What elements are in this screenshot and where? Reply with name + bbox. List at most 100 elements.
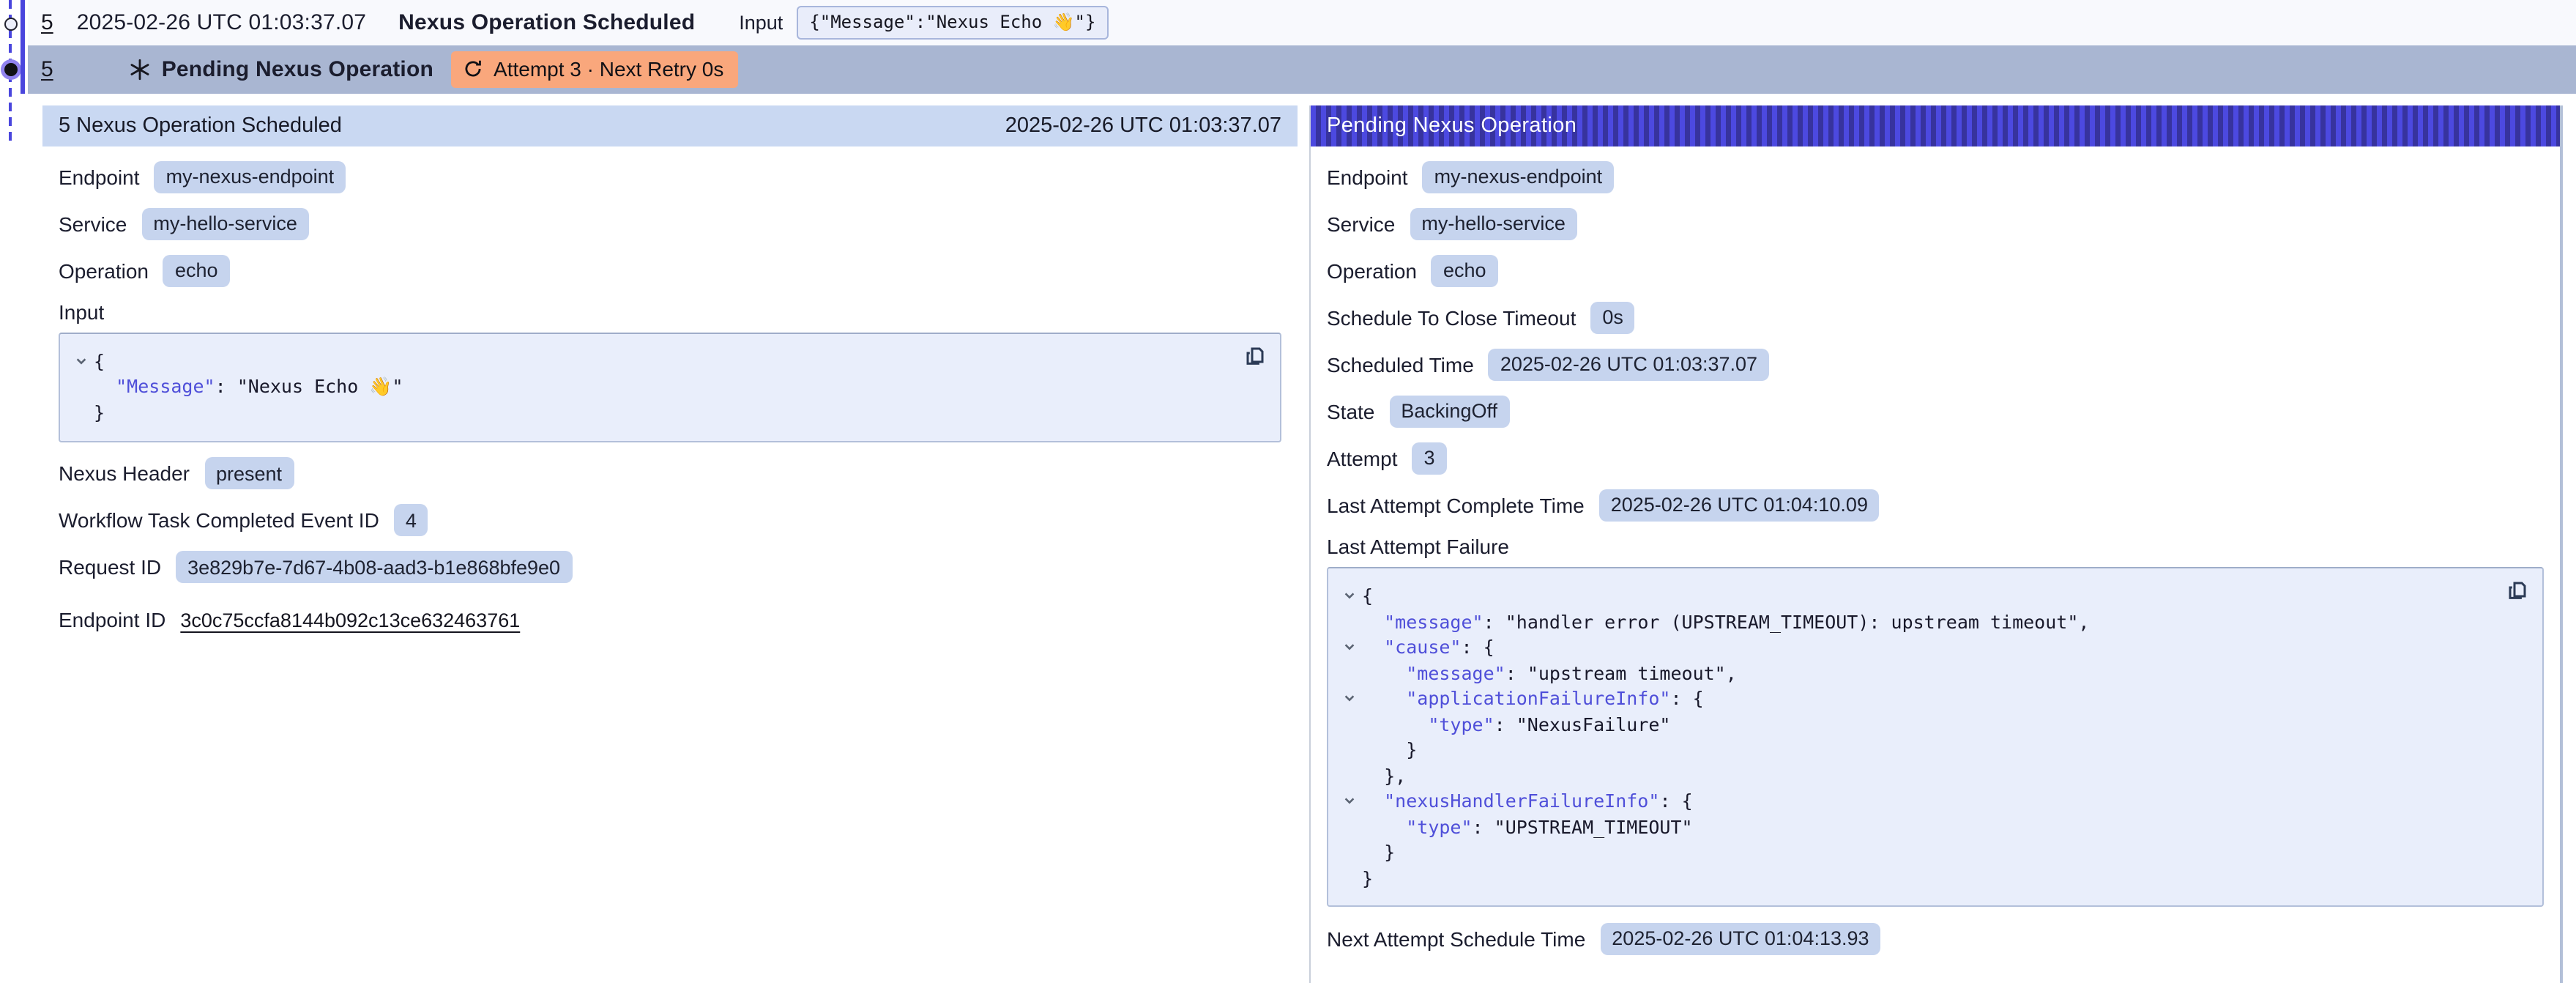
field-label: Scheduled Time — [1327, 352, 1474, 376]
next-attempt-row: Next Attempt Schedule Time 2025-02-26 UT… — [1327, 921, 2544, 955]
field-value-badge: echo — [1432, 254, 1498, 286]
field-value-badge: 0s — [1590, 301, 1635, 333]
pending-operation-panel: Pending Nexus Operation Endpoint my-nexu… — [1309, 105, 2563, 983]
field-label: State — [1327, 399, 1374, 423]
event-marker-selected-icon — [4, 63, 18, 76]
code-line: "applicationFailureInfo": { — [1337, 686, 2493, 711]
code-text: } — [1362, 842, 1395, 864]
code-text: "message": "handler error (UPSTREAM_TIME… — [1362, 611, 2089, 633]
field-row: Operation echo — [1327, 253, 2544, 287]
event-row-scheduled[interactable]: 5 2025-02-26 UTC 01:03:37.07 Nexus Opera… — [28, 0, 2576, 45]
code-line: "Message": "Nexus Echo 👋" — [69, 374, 1230, 400]
field-value-badge: 2025-02-26 UTC 01:04:10.09 — [1599, 489, 1880, 521]
copy-icon — [2506, 579, 2529, 602]
field-row: Request ID 3e829b7e-7d67-4b08-aad3-b1e86… — [59, 550, 1281, 584]
field-list: Endpoint my-nexus-endpoint Service my-he… — [1327, 160, 2544, 522]
code-line: }, — [1337, 763, 2493, 788]
field-label: Service — [59, 212, 127, 235]
attempt-retry-text: Attempt 3 · Next Retry 0s — [494, 57, 723, 81]
panel-title: 5 Nexus Operation Scheduled — [59, 114, 342, 138]
code-line: "message": "handler error (UPSTREAM_TIME… — [1337, 609, 2493, 634]
field-row: Workflow Task Completed Event ID 4 — [59, 503, 1281, 537]
collapse-chevron-icon[interactable] — [1337, 795, 1362, 808]
field-value-badge: 3e829b7e-7d67-4b08-aad3-b1e868bfe9e0 — [176, 551, 572, 583]
code-text: "nexusHandlerFailureInfo": { — [1362, 790, 1693, 812]
event-detail-panels: 5 Nexus Operation Scheduled 2025-02-26 U… — [42, 105, 2563, 983]
field-row: Operation echo — [59, 253, 1281, 287]
event-id-link[interactable]: 5 — [41, 10, 53, 35]
code-text: }, — [1362, 765, 1406, 787]
field-label: Schedule To Close Timeout — [1327, 305, 1576, 329]
field-row: Nexus Header present — [59, 456, 1281, 490]
field-label: Last Attempt Complete Time — [1327, 493, 1585, 516]
code-line: "type": "UPSTREAM_TIMEOUT" — [1337, 814, 2493, 839]
endpoint-id-link[interactable]: 3c0c75ccfa8144b092c13ce632463761 — [180, 609, 520, 631]
endpoint-id-row: Endpoint ID 3c0c75ccfa8144b092c13ce63246… — [59, 603, 1281, 637]
event-row-pending[interactable]: 5 Pending Nexus Operation Attempt 3 · Ne… — [28, 45, 2576, 94]
collapse-chevron-icon[interactable] — [1337, 641, 1362, 654]
code-line: { — [69, 349, 1230, 374]
code-line: } — [1337, 737, 2493, 763]
code-line: "cause": { — [1337, 634, 2493, 660]
code-text: "type": "UPSTREAM_TIMEOUT" — [1362, 816, 1693, 838]
code-text: "Message": "Nexus Echo 👋" — [94, 376, 403, 399]
copy-button[interactable] — [2506, 579, 2529, 602]
field-value-badge: my-nexus-endpoint — [1423, 160, 1615, 193]
field-label: Endpoint ID — [59, 608, 165, 631]
pending-panel-header: Pending Nexus Operation — [1311, 105, 2560, 146]
field-value-badge: 2025-02-26 UTC 01:03:37.07 — [1489, 348, 1769, 380]
field-label: Next Attempt Schedule Time — [1327, 927, 1585, 950]
field-row: Endpoint my-nexus-endpoint — [1327, 160, 2544, 193]
event-id-link[interactable]: 5 — [41, 57, 53, 82]
field-label: Workflow Task Completed Event ID — [59, 508, 379, 532]
collapse-chevron-icon[interactable] — [1337, 692, 1362, 705]
code-text: "type": "NexusFailure" — [1362, 713, 1670, 735]
input-section-label: Input — [59, 300, 1281, 324]
field-value-badge: 2025-02-26 UTC 01:04:13.93 — [1600, 922, 1880, 954]
code-text: "applicationFailureInfo": { — [1362, 688, 1704, 710]
input-preview-chip: {"Message":"Nexus Echo 👋"} — [796, 6, 1109, 40]
collapse-chevron-icon[interactable] — [1337, 590, 1362, 603]
code-text: "cause": { — [1362, 637, 1494, 659]
code-line: "nexusHandlerFailureInfo": { — [1337, 788, 2493, 814]
field-row: Last Attempt Complete Time 2025-02-26 UT… — [1327, 488, 2544, 522]
field-label: Operation — [59, 259, 149, 282]
panel-title: Pending Nexus Operation — [1327, 114, 1577, 138]
field-value-badge: present — [204, 457, 294, 489]
field-value-badge: my-hello-service — [141, 207, 309, 240]
event-time: 2025-02-26 UTC 01:03:37.07 — [77, 10, 366, 35]
field-value-badge: my-nexus-endpoint — [155, 160, 346, 193]
event-title: Pending Nexus Operation — [162, 57, 433, 82]
field-label: Operation — [1327, 259, 1417, 282]
collapse-chevron-icon[interactable] — [69, 355, 94, 368]
input-preview-label: Input — [739, 12, 783, 34]
event-history-view: 5 2025-02-26 UTC 01:03:37.07 Nexus Opera… — [0, 0, 2576, 957]
field-label: Service — [1327, 212, 1395, 235]
event-marker-open-icon — [4, 18, 18, 31]
code-text: } — [1362, 867, 1373, 889]
code-line: } — [1337, 865, 2493, 891]
code-line: { — [1337, 583, 2493, 609]
code-line: "message": "upstream timeout", — [1337, 660, 2493, 686]
field-row: Endpoint my-nexus-endpoint — [59, 160, 1281, 193]
field-label: Attempt — [1327, 446, 1398, 470]
field-list: Nexus Header present Workflow Task Compl… — [59, 456, 1281, 584]
code-text: { — [1362, 585, 1373, 607]
copy-icon — [1243, 344, 1267, 368]
code-text: } — [94, 402, 105, 424]
code-text: { — [94, 351, 105, 373]
selected-event-accent-bar — [21, 0, 25, 94]
scheduled-event-panel: 5 Nexus Operation Scheduled 2025-02-26 U… — [42, 105, 1298, 664]
field-row: Attempt 3 — [1327, 441, 2544, 475]
code-line: } — [1337, 839, 2493, 865]
field-label: Endpoint — [59, 165, 140, 188]
code-text: "message": "upstream timeout", — [1362, 662, 1737, 684]
field-row: Service my-hello-service — [59, 207, 1281, 240]
field-label: Request ID — [59, 555, 161, 579]
scheduled-panel-header: 5 Nexus Operation Scheduled 2025-02-26 U… — [42, 105, 1298, 146]
field-row: State BackingOff — [1327, 394, 2544, 428]
field-value-badge: my-hello-service — [1410, 207, 1577, 240]
copy-button[interactable] — [1243, 344, 1267, 368]
code-line: } — [69, 400, 1230, 426]
event-title: Nexus Operation Scheduled — [398, 10, 695, 35]
